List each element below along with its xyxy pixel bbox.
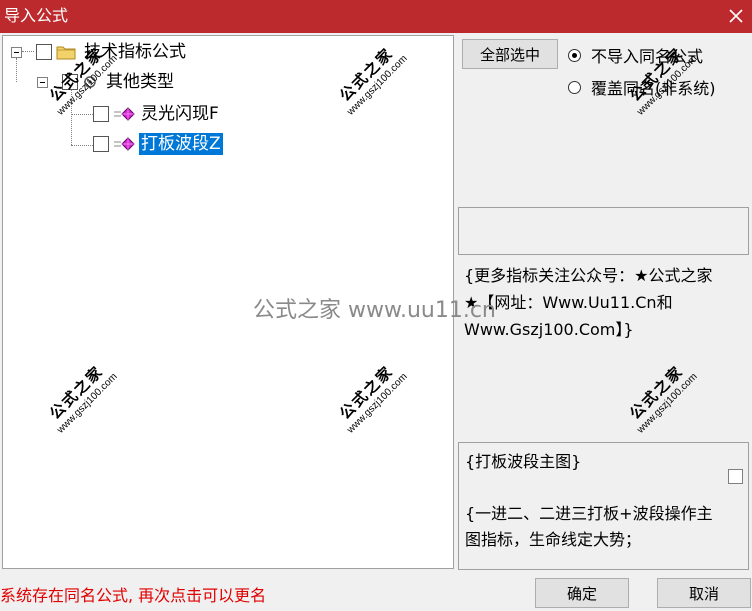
radio-label: 不导入同名公式 bbox=[591, 47, 704, 66]
collapse-toggle[interactable] bbox=[11, 46, 22, 58]
tree-node-item[interactable]: 打板波段Z bbox=[93, 132, 223, 156]
description-scroll-area[interactable] bbox=[724, 259, 749, 437]
tree-line bbox=[71, 114, 93, 115]
select-all-button[interactable]: 全部选中 bbox=[462, 39, 558, 69]
folder-gear-icon bbox=[84, 76, 96, 88]
formula-checkbox[interactable] bbox=[728, 469, 743, 484]
info-box bbox=[458, 207, 749, 255]
close-button[interactable] bbox=[726, 6, 746, 26]
tree-label-item: 灵光闪现F bbox=[141, 104, 219, 124]
collapse-toggle[interactable] bbox=[37, 76, 48, 88]
ok-button[interactable]: 确定 bbox=[535, 578, 629, 608]
tree-checkbox[interactable] bbox=[36, 44, 52, 60]
formula-preview[interactable]: {打板波段主图} {一进二、二进三打板+波段操作主图指标，生命线定大势； bbox=[458, 442, 749, 570]
tree-label-item-selected: 打板波段Z bbox=[139, 133, 223, 155]
description-panel: {更多指标关注公众号：★公式之家★【网址：Www.Uu11.Cn和Www.Gsz… bbox=[458, 259, 724, 437]
description-text: {更多指标关注公众号：★公式之家★【网址：Www.Uu11.Cn和Www.Gsz… bbox=[464, 266, 713, 339]
radio-no-import[interactable]: 不导入同名公式 bbox=[568, 43, 703, 67]
window-title: 导入公式 bbox=[4, 6, 69, 25]
tree-label-root: 技术指标公式 bbox=[84, 42, 186, 62]
tree-node-item[interactable]: 灵光闪现F bbox=[93, 102, 221, 126]
tree-label-group: 其他类型 bbox=[106, 72, 174, 92]
tree-line bbox=[71, 88, 72, 145]
cancel-button[interactable]: 取消 bbox=[657, 578, 751, 608]
radio-overwrite[interactable]: 覆盖同名(非系统) bbox=[568, 75, 716, 99]
radio-button[interactable] bbox=[568, 80, 581, 94]
tree-node-group[interactable]: 其他类型 bbox=[37, 70, 176, 94]
gem-icon bbox=[114, 137, 135, 151]
title-bar: 导入公式 bbox=[0, 0, 752, 33]
tree-checkbox[interactable] bbox=[93, 136, 109, 152]
tree-checkbox[interactable] bbox=[93, 106, 109, 122]
radio-label: 覆盖同名(非系统) bbox=[591, 79, 716, 98]
close-icon bbox=[729, 9, 743, 23]
formula-tree: 技术指标公式 其他类型 灵光闪现F 打板波段Z bbox=[2, 35, 454, 569]
radio-button[interactable] bbox=[568, 48, 581, 62]
gem-icon bbox=[114, 107, 135, 121]
tree-checkbox[interactable] bbox=[62, 74, 78, 90]
tree-node-root[interactable]: 技术指标公式 bbox=[11, 40, 188, 64]
tree-line bbox=[71, 145, 93, 146]
folder-icon bbox=[56, 46, 76, 60]
status-message: 系统存在同名公式, 再次点击可以更名 bbox=[0, 586, 267, 605]
formula-text: {打板波段主图} {一进二、二进三打板+波段操作主图指标，生命线定大势； bbox=[465, 452, 713, 549]
